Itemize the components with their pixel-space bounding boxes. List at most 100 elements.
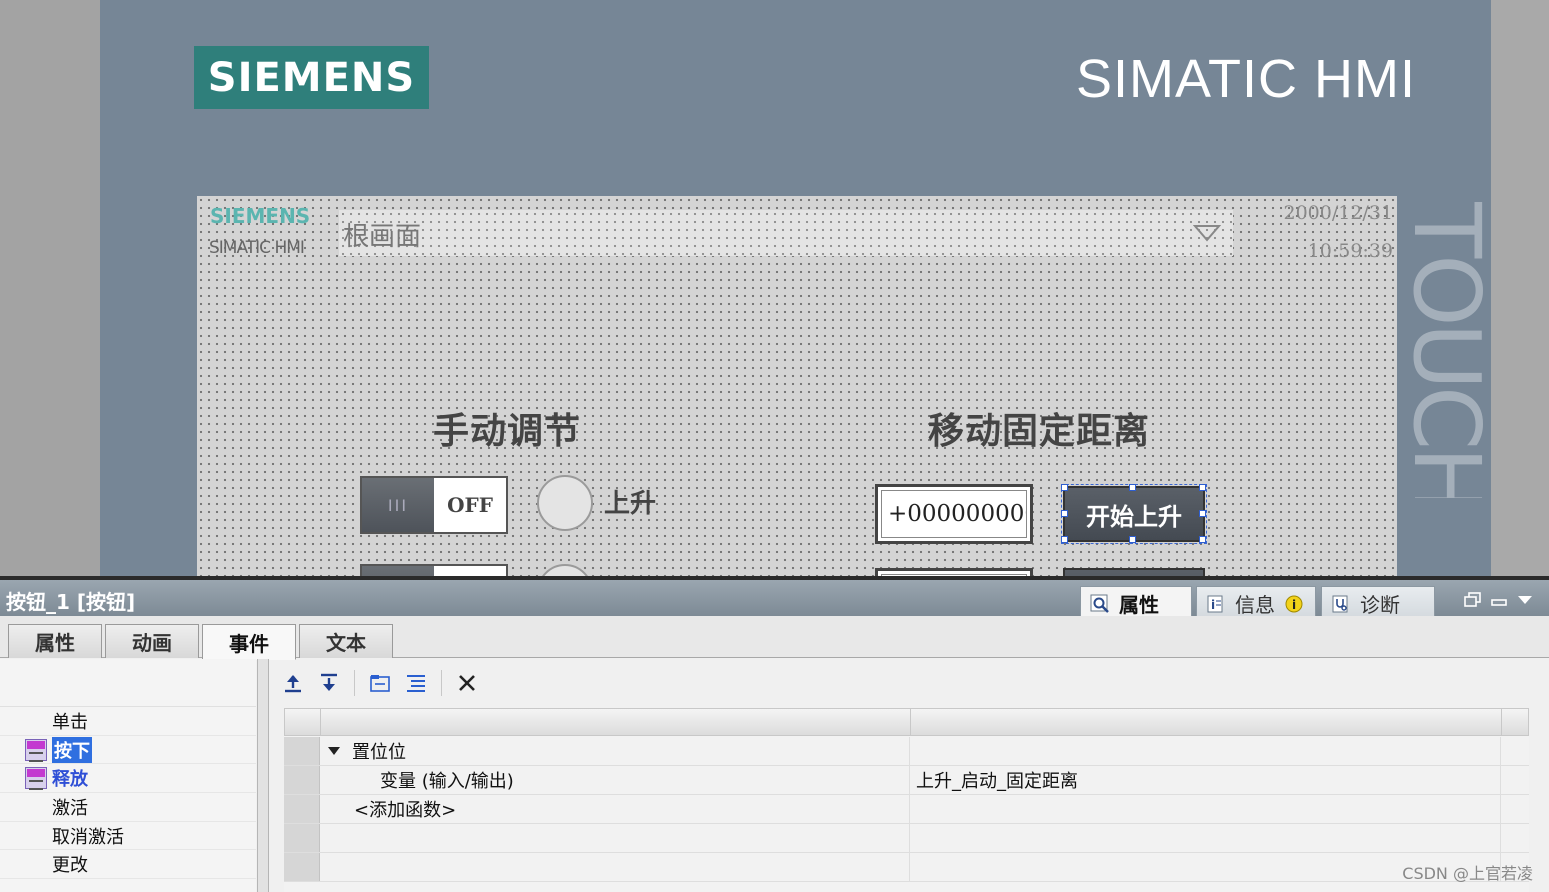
- switch-state: [434, 566, 506, 576]
- tab-diagnostics-top[interactable]: 诊断: [1321, 586, 1435, 620]
- device-model-title: SIMATIC HMI: [1076, 49, 1416, 109]
- chevron-down-icon[interactable]: [1193, 222, 1221, 244]
- event-press[interactable]: 按下: [0, 736, 256, 765]
- grid-header-function[interactable]: [321, 709, 911, 735]
- canvas-margin: [1491, 0, 1549, 576]
- function-toolbar: [282, 668, 478, 698]
- tab-properties[interactable]: 属性: [8, 624, 102, 658]
- svg-text:i: i: [1292, 598, 1296, 612]
- switch-knob: [362, 566, 434, 576]
- empty-cell: [910, 824, 1501, 852]
- event-label: 释放: [52, 769, 88, 791]
- switch-state: OFF: [447, 493, 493, 517]
- empty-row: [284, 853, 1529, 882]
- siemens-logo: SIEMENS: [194, 46, 429, 109]
- expand-triangle-icon[interactable]: [328, 747, 340, 755]
- selection-handle[interactable]: [1061, 536, 1068, 543]
- function-list-view-icon[interactable]: [405, 672, 427, 694]
- selection-handle[interactable]: [1061, 484, 1068, 491]
- up-lamp-label: 上升: [604, 489, 657, 519]
- selection-handle[interactable]: [1199, 536, 1206, 543]
- up-indicator-lamp: [537, 475, 593, 531]
- tab-events[interactable]: 事件: [202, 624, 296, 660]
- function-list-icon: [25, 767, 47, 791]
- minimize-window-icon[interactable]: [1490, 592, 1508, 608]
- second-io-field[interactable]: [875, 568, 1033, 576]
- event-label: 按下: [52, 736, 92, 763]
- chevron-down-icon[interactable]: [1516, 592, 1534, 608]
- delete-icon[interactable]: [456, 672, 478, 694]
- events-list-header: [0, 659, 256, 707]
- row-gutter: [284, 737, 320, 765]
- grid-header-value[interactable]: [911, 709, 1502, 735]
- insert-function-icon[interactable]: [369, 672, 391, 694]
- add-function-cell[interactable]: <添加函数>: [320, 795, 910, 823]
- panel-splitter[interactable]: [257, 659, 269, 892]
- restore-window-icon[interactable]: [1464, 592, 1482, 608]
- empty-cell: [320, 853, 910, 881]
- inspector-title: 按钮_1 [按钮]: [6, 590, 136, 614]
- function-list-grid: 置位位 变量 (输入/输出) 上升_启动_固定距离 <添加函数>: [284, 708, 1529, 892]
- event-click[interactable]: 单击: [0, 707, 256, 736]
- inspector-panel: 按钮_1 [按钮] 属性 i 信息 i 诊断 属性 动画 事件 文本 单击 按下…: [0, 576, 1549, 892]
- events-list: 单击 按下 释放 激活 取消激活 更改: [0, 659, 256, 892]
- second-switch[interactable]: [360, 564, 508, 576]
- event-label: 激活: [52, 797, 88, 819]
- selection-handle[interactable]: [1199, 484, 1206, 491]
- start-up-button[interactable]: 开始上升: [1061, 484, 1207, 544]
- screen-selector[interactable]: 根画面: [339, 210, 1233, 256]
- function-value-cell: [910, 737, 1501, 765]
- toolbar-separator: [354, 670, 355, 696]
- move-up-icon[interactable]: [282, 672, 304, 694]
- event-activate[interactable]: 激活: [0, 793, 256, 822]
- function-row[interactable]: 置位位: [284, 737, 1529, 766]
- selection-handle[interactable]: [1061, 510, 1068, 517]
- empty-cell: [320, 824, 910, 852]
- distance-value: +000000000.: [881, 490, 1027, 538]
- distance-io-field[interactable]: +000000000.: [875, 484, 1033, 544]
- row-gutter: [284, 853, 320, 881]
- selection-handle[interactable]: [1129, 536, 1136, 543]
- tab-label: 诊断: [1360, 593, 1400, 617]
- event-deactivate[interactable]: 取消激活: [0, 822, 256, 851]
- tab-label: 信息: [1235, 593, 1275, 617]
- event-release[interactable]: 释放: [0, 764, 256, 794]
- empty-cell: [910, 795, 1501, 823]
- hmi-screen[interactable]: SIEMENS SIMATIC HMI 根画面 2000/12/31 10:59…: [197, 196, 1397, 576]
- second-button[interactable]: [1063, 568, 1205, 576]
- tab-text[interactable]: 文本: [299, 624, 393, 658]
- screen-date: 2000/12/31: [1283, 202, 1393, 224]
- selection-handle[interactable]: [1199, 510, 1206, 517]
- tab-info-top[interactable]: i 信息 i: [1196, 586, 1316, 620]
- row-gutter: [284, 766, 320, 794]
- screen-brand: SIEMENS: [210, 204, 311, 228]
- function-cell[interactable]: 置位位: [320, 737, 910, 765]
- screen-time: 10:59:39: [1307, 240, 1393, 262]
- toolbar-separator: [441, 670, 442, 696]
- param-label-cell: 变量 (输入/输出): [320, 766, 910, 794]
- hmi-editor-canvas: SIEMENS SIMATIC HMI TOUCH SIEMENS SIMATI…: [0, 0, 1549, 576]
- info-badge-icon: i: [1285, 595, 1303, 612]
- switch-knob: III: [362, 478, 434, 532]
- param-row[interactable]: 变量 (输入/输出) 上升_启动_固定距离: [284, 766, 1529, 795]
- event-label: 取消激活: [52, 826, 124, 848]
- add-function-row[interactable]: <添加函数>: [284, 795, 1529, 824]
- param-value-cell[interactable]: 上升_启动_固定距离: [910, 766, 1501, 794]
- row-gutter: [284, 824, 320, 852]
- screen-selector-value: 根画面: [343, 222, 422, 252]
- event-change[interactable]: 更改: [0, 850, 256, 880]
- move-down-icon[interactable]: [318, 672, 340, 694]
- info-list-icon: i: [1207, 595, 1223, 612]
- inspector-titlebar: 按钮_1 [按钮] 属性 i 信息 i 诊断: [0, 580, 1549, 620]
- window-controls: [1464, 592, 1534, 608]
- param-value: 上升_启动_固定距离: [916, 771, 1078, 792]
- tab-animation[interactable]: 动画: [105, 624, 199, 658]
- param-label: 变量 (输入/输出): [380, 771, 514, 792]
- selection-handle[interactable]: [1129, 484, 1136, 491]
- screen-brand-sub: SIMATIC HMI: [209, 238, 305, 258]
- grid-header-gutter: [285, 709, 321, 735]
- event-label: 单击: [52, 711, 88, 733]
- watermark: CSDN @上官若凌: [1402, 864, 1533, 883]
- up-switch[interactable]: III OFF: [360, 476, 508, 534]
- tab-properties-top[interactable]: 属性: [1080, 586, 1192, 620]
